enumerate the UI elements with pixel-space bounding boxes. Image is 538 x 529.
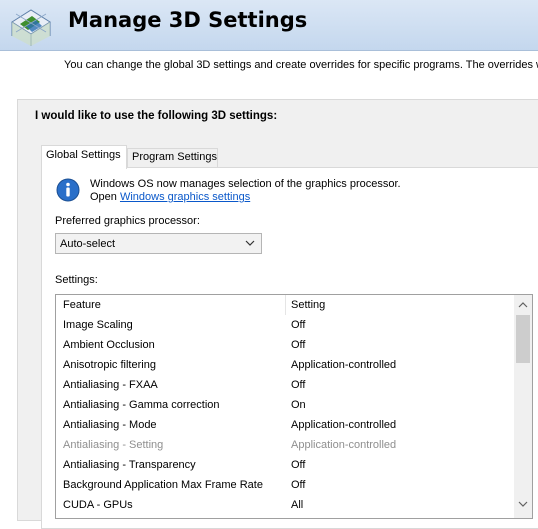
table-header: Feature Setting (56, 295, 514, 315)
table-row-disabled: Antialiasing - Setting Application-contr… (56, 435, 514, 455)
table-row[interactable]: Background Application Max Frame Rate Of… (56, 475, 514, 495)
feature-setting: Application-controlled (291, 419, 397, 431)
table-row[interactable]: Anisotropic filtering Application-contro… (56, 355, 514, 375)
windows-graphics-settings-link[interactable]: Windows graphics settings (120, 191, 250, 203)
feature-name: Antialiasing - Gamma correction (63, 399, 220, 411)
page-header: Manage 3D Settings (0, 0, 538, 51)
table-row[interactable]: Image Scaling Off (56, 315, 514, 335)
feature-setting: Off (291, 339, 306, 351)
page-title: Manage 3D Settings (68, 8, 308, 32)
column-header-feature[interactable]: Feature (63, 299, 101, 311)
feature-setting: Off (291, 379, 306, 391)
chevron-down-icon (245, 240, 255, 246)
feature-setting: All (291, 499, 304, 511)
settings-panel: I would like to use the following 3D set… (17, 99, 538, 529)
feature-setting: Application-controlled (291, 439, 397, 451)
preferred-gpu-label: Preferred graphics processor: (55, 215, 200, 227)
feature-setting: Application-controlled (291, 359, 397, 371)
info-icon (56, 178, 80, 202)
scroll-up-arrow-icon[interactable] (518, 301, 528, 309)
settings-list[interactable]: Feature Setting Image Scaling Off Ambien… (55, 294, 533, 519)
vertical-scrollbar[interactable] (514, 295, 532, 518)
feature-name: Antialiasing - Transparency (63, 459, 196, 471)
info-message: Windows OS now manages selection of the … (90, 178, 401, 204)
tab-content: Windows OS now manages selection of the … (41, 167, 538, 529)
tab-program-settings[interactable]: Program Settings (127, 148, 218, 168)
feature-setting: On (291, 399, 306, 411)
tab-global-settings[interactable]: Global Settings (41, 145, 127, 169)
feature-name: Antialiasing - FXAA (63, 379, 158, 391)
table-row[interactable]: CUDA - GPUs All (56, 495, 514, 515)
preferred-gpu-select[interactable]: Auto-select (55, 233, 262, 254)
feature-name: Anisotropic filtering (63, 359, 156, 371)
feature-name: Image Scaling (63, 319, 133, 331)
scroll-down-arrow-icon[interactable] (518, 500, 528, 508)
nvidia-3d-logo-icon (11, 9, 51, 46)
table-row[interactable]: Antialiasing - Transparency Off (56, 455, 514, 475)
preferred-gpu-value: Auto-select (60, 238, 116, 250)
feature-setting: Off (291, 319, 306, 331)
table-row[interactable]: Antialiasing - FXAA Off (56, 375, 514, 395)
feature-name: Antialiasing - Mode (63, 419, 157, 431)
info-open-prefix: Open (90, 191, 120, 203)
section-heading: I would like to use the following 3D set… (35, 110, 278, 122)
settings-label: Settings: (55, 274, 98, 286)
column-header-setting[interactable]: Setting (291, 299, 325, 311)
info-open-line: Open Windows graphics settings (90, 191, 401, 204)
feature-name: Antialiasing - Setting (63, 439, 164, 451)
feature-setting: Off (291, 459, 306, 471)
page-description: You can change the global 3D settings an… (64, 59, 538, 71)
table-row[interactable]: Ambient Occlusion Off (56, 335, 514, 355)
feature-name: Ambient Occlusion (63, 339, 155, 351)
feature-name: Background Application Max Frame Rate (63, 479, 263, 491)
table-row[interactable]: Antialiasing - Mode Application-controll… (56, 415, 514, 435)
table-row[interactable]: Antialiasing - Gamma correction On (56, 395, 514, 415)
feature-setting: Off (291, 479, 306, 491)
scroll-thumb[interactable] (516, 315, 530, 363)
column-divider (285, 295, 286, 315)
info-line: Windows OS now manages selection of the … (90, 178, 401, 190)
feature-name: CUDA - GPUs (63, 499, 133, 511)
